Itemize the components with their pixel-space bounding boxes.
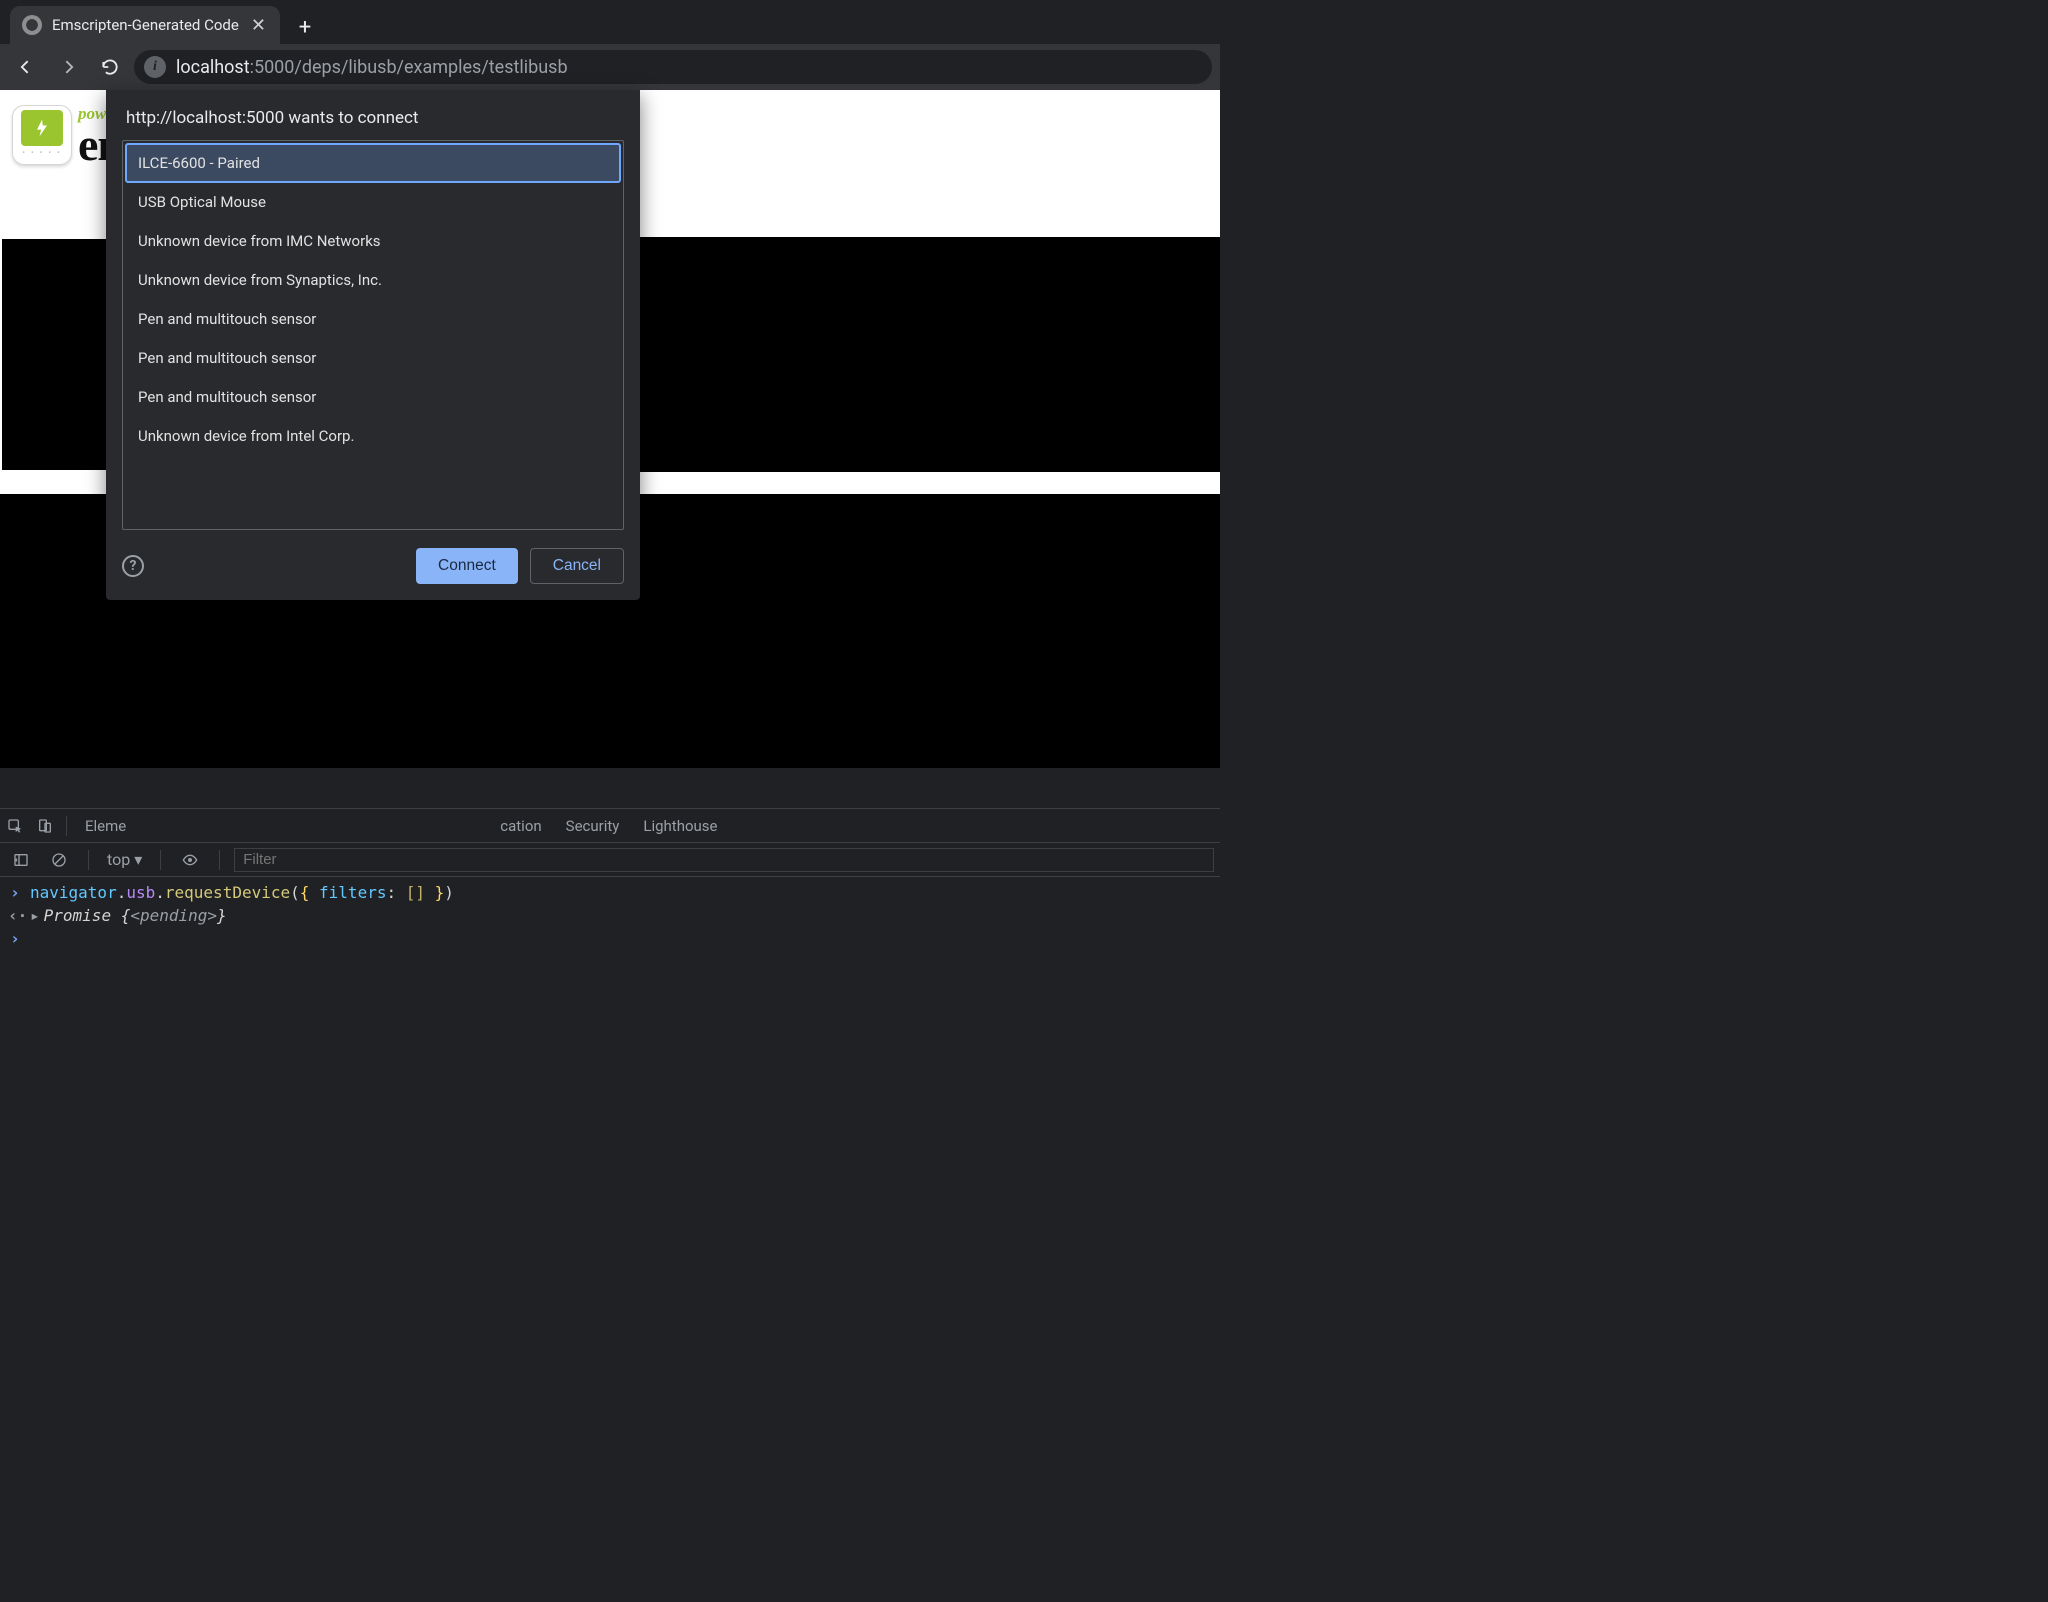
site-info-icon[interactable]: i [144, 56, 166, 78]
clear-console-icon[interactable] [44, 852, 74, 868]
device-toolbar-icon[interactable] [30, 818, 60, 834]
emscripten-logo-icon: • • • • • [12, 105, 72, 165]
device-item[interactable]: Pen and multitouch sensor [126, 339, 620, 377]
device-item[interactable]: Unknown device from Synaptics, Inc. [126, 261, 620, 299]
device-item[interactable]: Pen and multitouch sensor [126, 300, 620, 338]
execution-context-selector[interactable]: top▾ [103, 850, 146, 869]
console-code: navigator.usb.requestDevice({ filters: [… [30, 883, 454, 902]
prompt-icon: › [8, 929, 22, 948]
expand-triangle-icon[interactable]: ▸ [30, 906, 40, 925]
device-item[interactable]: Unknown device from IMC Networks [126, 222, 620, 260]
console-sidebar-toggle-icon[interactable] [6, 852, 36, 868]
console-input-line[interactable]: › navigator.usb.requestDevice({ filters:… [0, 881, 1220, 904]
device-list[interactable]: ILCE-6600 - Paired USB Optical Mouse Unk… [122, 140, 624, 530]
device-item[interactable]: Unknown device from Intel Corp. [126, 417, 620, 455]
devtools-panel: Eleme cation Security Lighthouse top▾ › … [0, 808, 1220, 954]
console-filter-input[interactable] [234, 848, 1214, 872]
browser-toolbar: i localhost:5000/deps/libusb/examples/te… [0, 44, 1220, 90]
url-text: localhost:5000/deps/libusb/examples/test… [176, 57, 568, 78]
help-icon[interactable]: ? [122, 555, 144, 577]
return-icon: ‹· [8, 906, 22, 925]
inspect-element-icon[interactable] [0, 818, 30, 834]
cancel-button[interactable]: Cancel [530, 548, 624, 584]
console-toolbar: top▾ [0, 843, 1220, 877]
tab-lighthouse[interactable]: Lighthouse [631, 809, 729, 842]
console-return-value: ▸Promise {<pending>} [30, 906, 227, 925]
dialog-footer: ? Connect Cancel [122, 548, 624, 584]
webusb-device-chooser: http://localhost:5000 wants to connect I… [106, 90, 640, 600]
device-item[interactable]: ILCE-6600 - Paired [126, 144, 620, 182]
tab-security[interactable]: Security [554, 809, 632, 842]
console-prompt-line[interactable]: › [0, 927, 1220, 950]
device-item[interactable]: Pen and multitouch sensor [126, 378, 620, 416]
new-tab-button[interactable]: + [288, 10, 322, 44]
globe-icon [22, 15, 42, 35]
device-item[interactable]: USB Optical Mouse [126, 183, 620, 221]
dialog-title: http://localhost:5000 wants to connect [126, 108, 624, 128]
tab-title: Emscripten-Generated Code [52, 16, 239, 34]
tab-elements[interactable]: Eleme [73, 809, 138, 842]
live-expression-icon[interactable] [175, 852, 205, 868]
prompt-icon: › [8, 883, 22, 902]
address-bar[interactable]: i localhost:5000/deps/libusb/examples/te… [134, 50, 1212, 84]
connect-button[interactable]: Connect [416, 548, 518, 584]
devtools-tabbar: Eleme cation Security Lighthouse [0, 809, 1220, 843]
console-return-line[interactable]: ‹· ▸Promise {<pending>} [0, 904, 1220, 927]
browser-tab[interactable]: Emscripten-Generated Code ✕ [10, 6, 280, 44]
tab-strip: Emscripten-Generated Code ✕ + [0, 0, 1220, 44]
tab-application-tail[interactable]: cation [488, 809, 553, 842]
reload-button[interactable] [92, 49, 128, 85]
console-output: › navigator.usb.requestDevice({ filters:… [0, 877, 1220, 954]
close-tab-icon[interactable]: ✕ [249, 15, 268, 36]
forward-button[interactable] [50, 49, 86, 85]
back-button[interactable] [8, 49, 44, 85]
